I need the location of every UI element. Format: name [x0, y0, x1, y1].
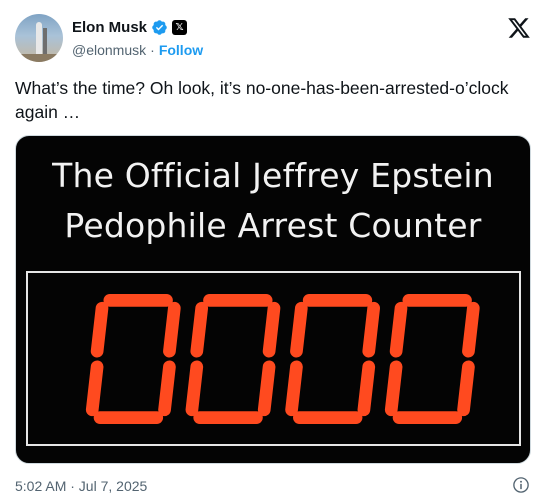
tweet-timestamp[interactable]: 5:02 AM · Jul 7, 2025 [15, 478, 147, 494]
avatar[interactable] [15, 14, 63, 62]
counter-digits [85, 294, 480, 424]
counter-digit [285, 294, 381, 424]
info-icon[interactable] [512, 476, 530, 494]
author-name-row: Elon Musk 𝕏 [72, 19, 188, 36]
handle-row: @elonmusk · Follow [72, 42, 203, 58]
tweet-header: Elon Musk 𝕏 @elonmusk · Follow [15, 14, 535, 64]
counter-digit [85, 294, 181, 424]
separator-dot: · [150, 42, 155, 58]
media-title-line-2: Pedophile Arrest Counter [64, 206, 482, 245]
counter-frame [26, 271, 521, 446]
media-title-line-1: The Official Jeffrey Epstein [52, 156, 494, 195]
author-handle[interactable]: @elonmusk [72, 42, 146, 58]
x-affiliate-badge-icon: 𝕏 [172, 20, 188, 35]
x-logo-icon[interactable] [507, 16, 531, 40]
counter-digit [384, 294, 480, 424]
follow-button[interactable]: Follow [159, 42, 203, 58]
tweet-text: What’s the time? Oh look, it’s no-one-ha… [15, 78, 509, 122]
verified-icon [152, 20, 167, 35]
tweet-media-image[interactable]: The Official Jeffrey Epstein Pedophile A… [15, 135, 531, 464]
author-name[interactable]: Elon Musk [72, 19, 147, 36]
counter-digit [185, 294, 281, 424]
